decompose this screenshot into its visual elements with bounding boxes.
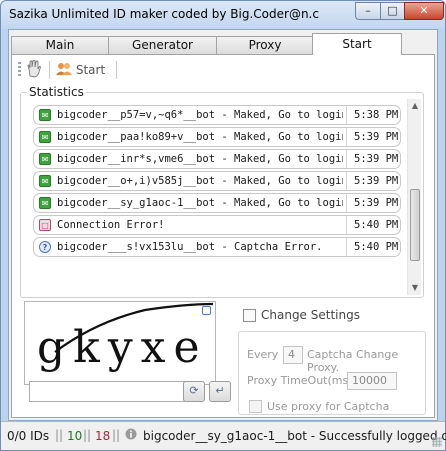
log-row[interactable]: ? bigcoder___s!vx153lu__bot - Captcha Er… [33, 237, 401, 257]
captcha-image: gkyxe [24, 301, 216, 385]
log-row[interactable]: ✉ bigcoder__p57=v,~q6*__bot - Maked, Go … [33, 105, 401, 125]
statistics-title: Statistics [27, 85, 86, 99]
start-label: Start [75, 63, 106, 77]
log-row[interactable]: □ Connection Error! 5:40 PM [33, 215, 401, 235]
submit-captcha-button[interactable]: ↵ [209, 381, 231, 402]
scroll-thumb[interactable] [410, 189, 420, 261]
refresh-captcha-button[interactable]: ⟳ [183, 381, 205, 402]
log-message: bigcoder__o+,i)v585j__bot - Maked, Go to… [57, 175, 343, 187]
log-row[interactable]: ✉ bigcoder__o+,i)v585j__bot - Maked, Go … [33, 171, 401, 191]
refresh-icon: ⟳ [189, 384, 199, 397]
start-tab-page: Start Statistics ✉ bigcoder__p57=v,~q6*_… [11, 54, 435, 418]
column-divider [346, 238, 347, 256]
resize-grip[interactable] [432, 437, 442, 447]
minimize-button[interactable]: – [355, 2, 381, 20]
proxy-timeout-label: Proxy TimeOut(ms): [247, 374, 357, 387]
settings-group: Every : 4 Captcha Change Proxy. Proxy Ti… [238, 331, 426, 415]
status-separator: || [83, 428, 92, 442]
use-proxy-captcha-checkbox[interactable] [249, 400, 262, 413]
log-time: 5:40 PM [354, 219, 399, 231]
column-divider [346, 216, 347, 234]
info-icon [125, 428, 137, 443]
tab-main[interactable]: Main [11, 36, 109, 54]
tab-proxy[interactable]: Proxy [216, 36, 314, 54]
change-settings-label: Change Settings [261, 308, 360, 322]
enter-icon: ↵ [215, 384, 225, 397]
toolbar-separator [116, 61, 117, 79]
scroll-up-icon[interactable]: ▲ [408, 99, 422, 113]
success-icon: ✉ [39, 197, 51, 209]
column-divider [346, 106, 347, 124]
status-message: bigcoder__sy_g1aoc-1__bot - Successfully… [143, 429, 446, 443]
captcha-reload-icon[interactable] [202, 306, 211, 315]
column-divider [346, 128, 347, 146]
window-title: Sazika Unlimited ID maker coded by Big.C… [9, 7, 319, 21]
success-count: 10 [67, 429, 83, 443]
statistics-group: Statistics ✉ bigcoder__p57=v,~q6*__bot -… [20, 85, 424, 298]
client-area: Main Generator Proxy Start Start Statist… [8, 29, 438, 421]
statistics-scrollbar[interactable]: ▲ ▼ [407, 99, 421, 295]
status-bar: 0/0 IDs || 10 || 18 || bigcoder__sy_g1ao… [1, 421, 446, 450]
use-proxy-captcha-label: Use proxy for Captcha [267, 400, 390, 413]
success-icon: ✉ [39, 175, 51, 187]
tab-strip: Main Generator Proxy Start [11, 33, 435, 55]
toolbar-separator [49, 61, 50, 79]
captcha-change-label: Captcha Change Proxy. [307, 348, 399, 374]
success-icon: ✉ [39, 109, 51, 121]
status-separator: || [55, 428, 64, 442]
change-settings-checkbox[interactable] [243, 309, 256, 322]
log-row[interactable]: ✉ bigcoder__inr*s,vme6__bot - Maked, Go … [33, 149, 401, 169]
log-row[interactable]: ✉ bigcoder__paa!ko89+v__bot - Maked, Go … [33, 127, 401, 147]
statistics-log[interactable]: ✉ bigcoder__p57=v,~q6*__bot - Maked, Go … [29, 99, 405, 295]
question-icon: ? [39, 241, 51, 253]
log-time: 5:40 PM [354, 241, 399, 253]
captcha-text: gkyxe [37, 322, 208, 373]
log-time: 5:39 PM [354, 197, 399, 209]
error-icon: □ [39, 219, 51, 231]
log-time: 5:39 PM [354, 175, 399, 187]
start-button[interactable]: Start [56, 60, 112, 80]
log-time: 5:38 PM [354, 109, 399, 121]
log-message: bigcoder___s!vx153lu__bot - Captcha Erro… [57, 241, 323, 253]
app-window: Sazika Unlimited ID maker coded by Big.C… [0, 0, 446, 451]
log-message: Connection Error! [57, 219, 165, 231]
log-message: bigcoder__paa!ko89+v__bot - Maked, Go to… [57, 131, 343, 143]
success-icon: ✉ [39, 131, 51, 143]
column-divider [346, 150, 347, 168]
log-message: bigcoder__sy_g1aoc-1__bot - Maked, Go to… [57, 197, 343, 209]
success-icon: ✉ [39, 153, 51, 165]
every-input[interactable]: 4 [283, 346, 303, 364]
log-message: bigcoder__p57=v,~q6*__bot - Maked, Go to… [57, 109, 343, 121]
fail-count: 18 [95, 429, 111, 443]
column-divider [346, 172, 347, 190]
toolbar-grip[interactable] [18, 62, 21, 78]
captcha-input[interactable] [29, 381, 185, 402]
ids-count: 0/0 IDs [7, 429, 50, 443]
log-time: 5:39 PM [354, 131, 399, 143]
maximize-button[interactable]: □ [380, 2, 405, 20]
every-label: Every : [247, 348, 286, 361]
stop-button[interactable] [26, 59, 44, 80]
toolbar: Start [16, 59, 426, 81]
close-button[interactable]: ✕ [404, 2, 444, 20]
hand-icon [27, 59, 41, 78]
log-message: bigcoder__inr*s,vme6__bot - Maked, Go to… [57, 153, 343, 165]
people-icon [56, 63, 72, 75]
log-row[interactable]: ✉ bigcoder__sy_g1aoc-1__bot - Maked, Go … [33, 193, 401, 213]
log-time: 5:39 PM [354, 153, 399, 165]
tab-generator[interactable]: Generator [108, 36, 217, 54]
status-separator: || [112, 428, 121, 442]
tab-start[interactable]: Start [312, 33, 402, 55]
proxy-timeout-input[interactable]: 10000 [347, 372, 397, 390]
column-divider [346, 194, 347, 212]
title-bar[interactable]: Sazika Unlimited ID maker coded by Big.C… [1, 1, 445, 29]
scroll-down-icon[interactable]: ▼ [408, 281, 422, 295]
